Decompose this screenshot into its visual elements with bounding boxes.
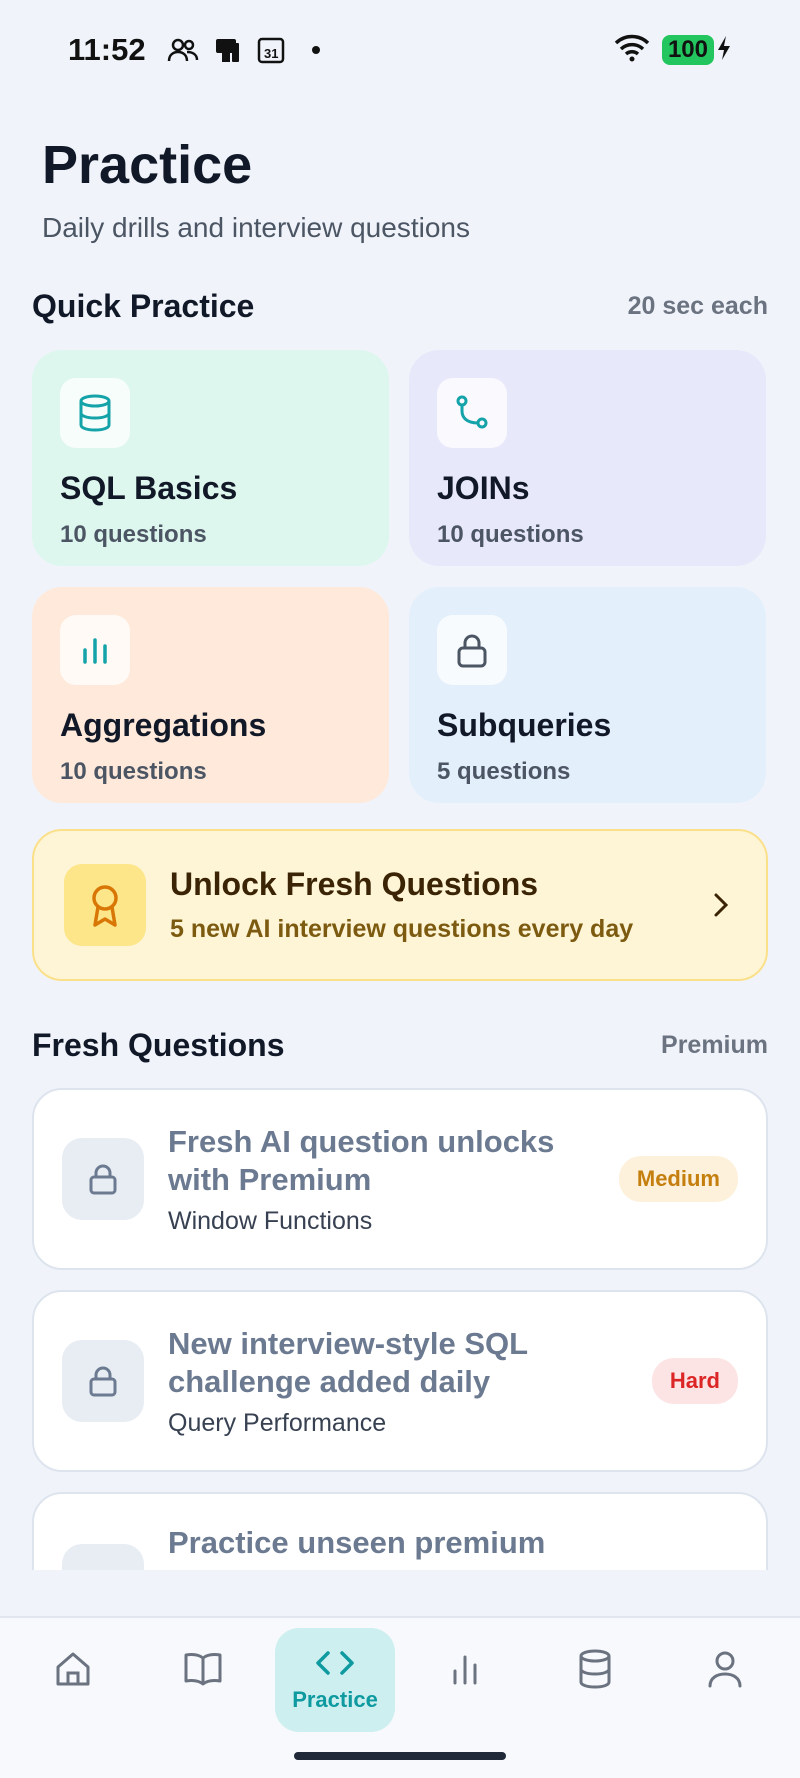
- unlock-fresh-questions-banner[interactable]: Unlock Fresh Questions 5 new AI intervie…: [32, 829, 768, 981]
- svg-text:31: 31: [264, 46, 278, 61]
- unlock-subtitle: 5 new AI interview questions every day: [170, 915, 634, 943]
- question-card[interactable]: Fresh AI question unlocks with Premium W…: [32, 1088, 768, 1270]
- difficulty-badge: Medium: [618, 1156, 738, 1202]
- code-icon: [316, 1651, 354, 1675]
- question-title-line: with Premium: [168, 1161, 372, 1197]
- question-topic: Query Performance: [168, 1408, 387, 1437]
- nav-home[interactable]: [28, 1636, 118, 1702]
- status-bar: 11:52 31 100: [0, 0, 800, 100]
- database-icon: [579, 1649, 611, 1689]
- calendar-icon: 31: [254, 33, 288, 67]
- home-indicator: [294, 1752, 506, 1760]
- card-aggregations[interactable]: Aggregations 10 questions: [32, 587, 389, 803]
- database-icon: [60, 378, 130, 448]
- branch-icon: [437, 378, 507, 448]
- status-time: 11:52: [68, 32, 146, 67]
- card-count: 10 questions: [60, 521, 207, 548]
- question-title-line: Fresh AI question unlocks: [168, 1123, 555, 1159]
- card-subqueries[interactable]: Subqueries 5 questions: [409, 587, 766, 803]
- fresh-questions-list[interactable]: Fresh AI question unlocks with Premium W…: [0, 1088, 800, 1570]
- bar-chart-icon: [60, 615, 130, 685]
- charging-bolt-icon: [716, 35, 732, 66]
- card-count: 10 questions: [60, 758, 207, 785]
- quick-practice-header: Quick Practice 20 sec each: [32, 288, 768, 325]
- lock-icon: [62, 1340, 144, 1422]
- people-icon: [166, 33, 200, 67]
- nav-progress[interactable]: [420, 1636, 510, 1702]
- battery-level: 100: [667, 36, 708, 63]
- nav-practice[interactable]: Practice: [275, 1628, 395, 1732]
- question-topic: Window Functions: [168, 1206, 373, 1235]
- card-count: 5 questions: [437, 758, 571, 785]
- chevron-right-icon: [706, 890, 736, 920]
- unlock-title: Unlock Fresh Questions: [170, 866, 539, 902]
- section-meta: 20 sec each: [627, 292, 768, 320]
- wifi-icon: [614, 34, 650, 67]
- question-title-line: New interview-style SQL: [168, 1325, 529, 1361]
- question-card[interactable]: Practice unseen premium: [32, 1492, 768, 1570]
- page-title: Practice: [42, 135, 253, 195]
- battery-indicator: 100: [661, 35, 714, 65]
- card-sql-basics[interactable]: SQL Basics 10 questions: [32, 350, 389, 566]
- card-count: 10 questions: [437, 521, 584, 548]
- device-icon: [210, 33, 244, 67]
- nav-database[interactable]: [550, 1636, 640, 1702]
- card-title: SQL Basics: [60, 470, 238, 506]
- nav-learn[interactable]: [158, 1636, 248, 1702]
- notification-dot: [311, 46, 320, 54]
- bar-chart-icon: [453, 1655, 477, 1685]
- fresh-questions-header: Fresh Questions Premium: [32, 1027, 768, 1064]
- award-ribbon-icon: [64, 864, 146, 946]
- page-subtitle: Daily drills and interview questions: [42, 212, 470, 243]
- book-icon: [184, 1652, 222, 1686]
- card-title: Aggregations: [60, 707, 267, 743]
- lock-icon: [437, 615, 507, 685]
- question-title-line: Practice unseen premium: [168, 1525, 546, 1560]
- card-joins[interactable]: JOINs 10 questions: [409, 350, 766, 566]
- lock-icon: [62, 1544, 144, 1570]
- question-card[interactable]: New interview-style SQL challenge added …: [32, 1290, 768, 1472]
- difficulty-badge: Hard: [651, 1358, 738, 1404]
- section-title: Quick Practice: [32, 288, 255, 324]
- section-meta: Premium: [661, 1031, 768, 1059]
- lock-icon: [62, 1138, 144, 1220]
- question-title-line: challenge added daily: [168, 1363, 491, 1399]
- section-title: Fresh Questions: [32, 1027, 285, 1063]
- card-title: JOINs: [437, 470, 530, 506]
- nav-profile[interactable]: [680, 1636, 770, 1702]
- home-icon: [56, 1652, 90, 1686]
- nav-practice-label: Practice: [292, 1687, 378, 1712]
- user-icon: [708, 1651, 742, 1688]
- card-title: Subqueries: [437, 707, 612, 743]
